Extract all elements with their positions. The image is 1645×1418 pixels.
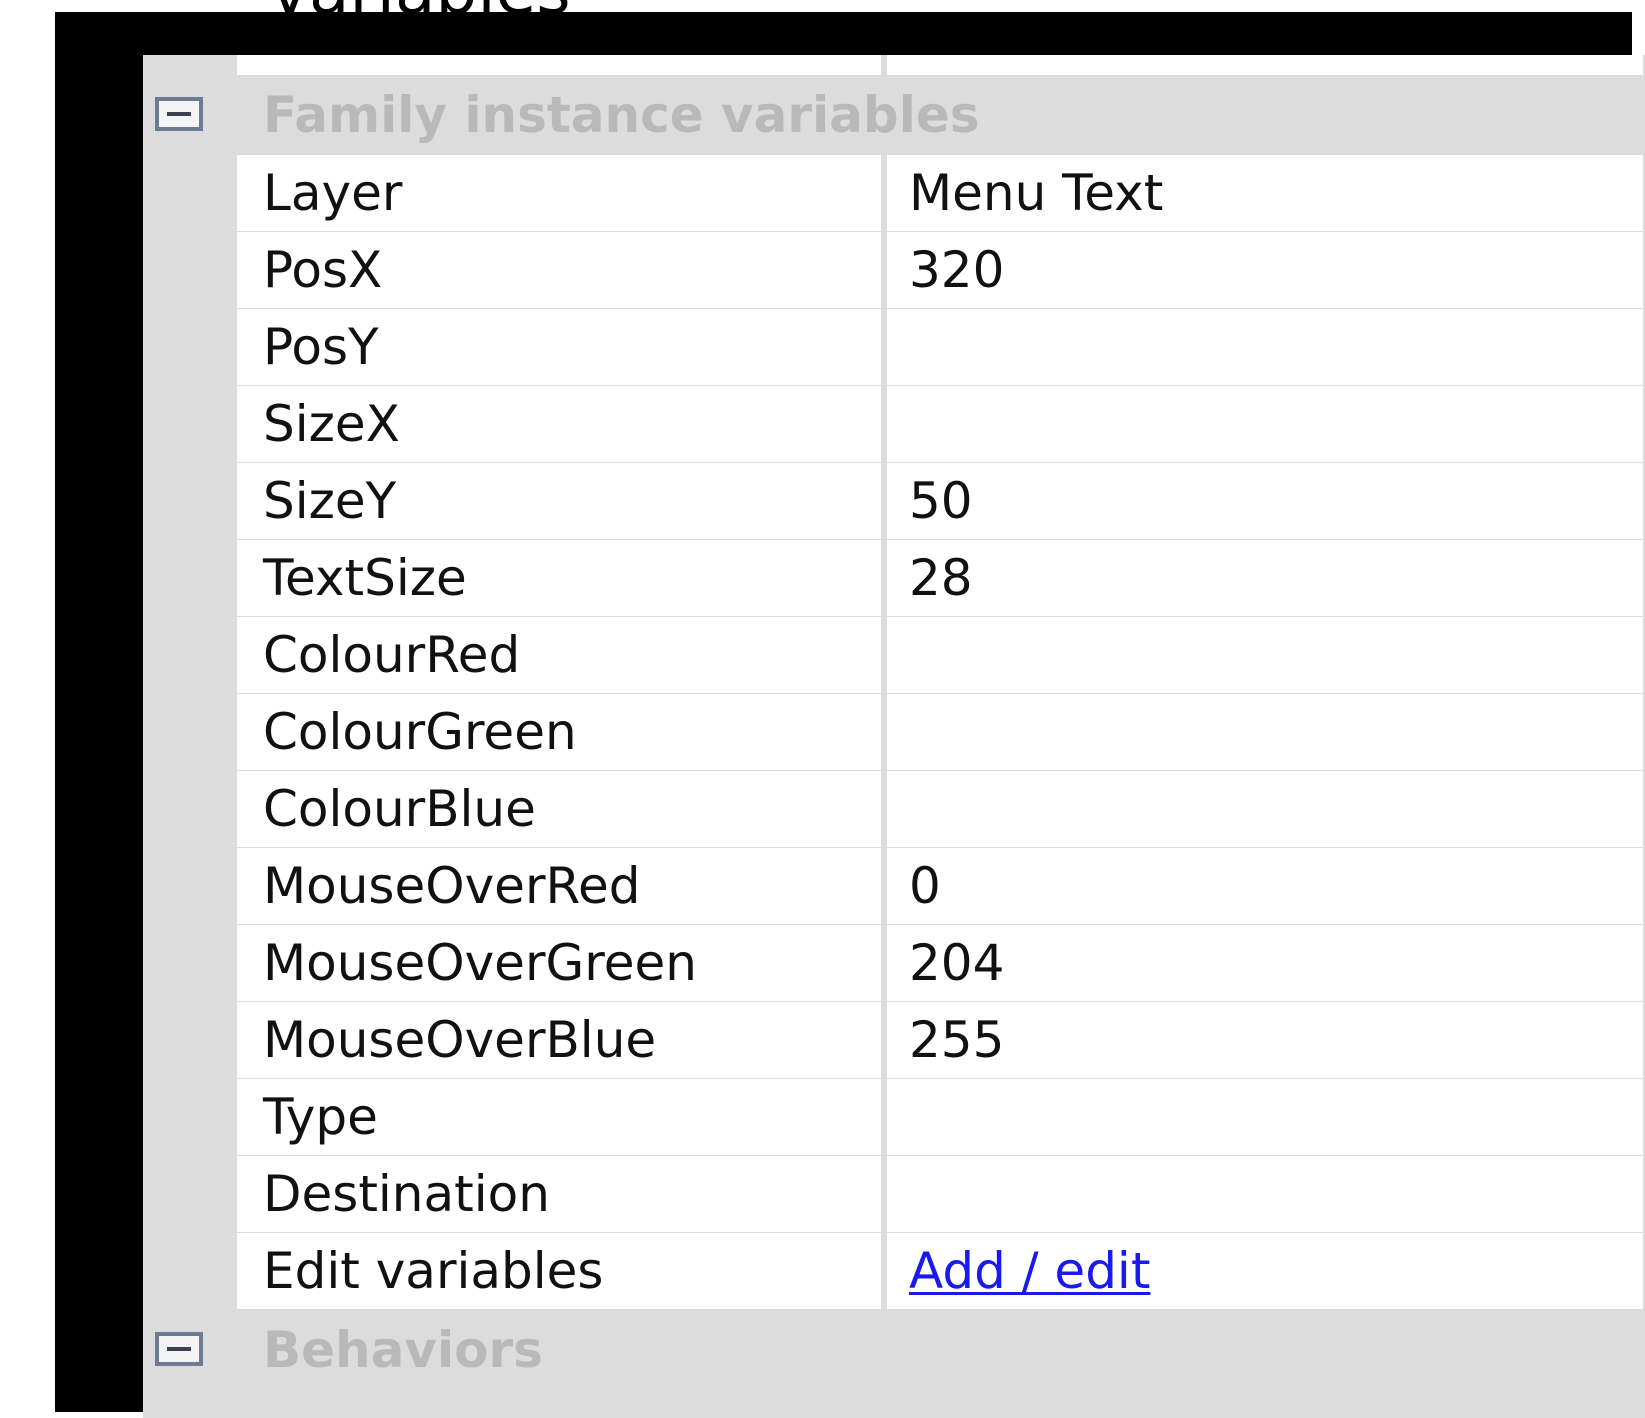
previous-row-value-cell [887, 55, 1643, 75]
property-name: SizeX [263, 395, 400, 453]
property-name-cell: Edit variables [237, 1233, 881, 1309]
property-value-cell[interactable]: 320 [887, 232, 1643, 308]
property-name-cell: SizeX [237, 386, 881, 462]
property-name-cell: MouseOverRed [237, 848, 881, 924]
property-value[interactable]: 204 [909, 925, 1643, 1001]
property-row-destination[interactable]: Destination [143, 1156, 1645, 1237]
property-name-cell: MouseOverBlue [237, 1002, 881, 1078]
behaviors-category[interactable]: Behaviors [143, 1310, 1645, 1390]
property-row-layer[interactable]: Layer Menu Text [143, 155, 1645, 236]
property-value[interactable]: 255 [909, 1002, 1643, 1078]
property-name: ColourBlue [263, 780, 536, 838]
property-name: SizeY [263, 472, 397, 530]
minus-collapse-icon[interactable] [155, 97, 203, 131]
property-name-cell: ColourGreen [237, 694, 881, 770]
property-name-cell: Type [237, 1079, 881, 1155]
property-value[interactable]: 50 [909, 463, 1643, 539]
property-name-cell: TextSize [237, 540, 881, 616]
property-name: ColourGreen [263, 703, 577, 761]
property-value[interactable]: 0 [909, 848, 1643, 924]
property-value-cell[interactable] [887, 1079, 1643, 1155]
property-name: Type [263, 1088, 378, 1146]
property-value-cell[interactable]: 50 [887, 463, 1643, 539]
property-name-cell: PosX [237, 232, 881, 308]
property-row-posy[interactable]: PosY [143, 309, 1645, 390]
minus-collapse-icon[interactable] [155, 1332, 203, 1366]
category-title: Family instance variables [263, 86, 980, 144]
property-name-cell: Layer [237, 155, 881, 231]
property-row-sizex[interactable]: SizeX [143, 386, 1645, 467]
property-value[interactable]: 28 [909, 540, 1643, 616]
property-row-mouseoverblue[interactable]: MouseOverBlue 255 [143, 1002, 1645, 1083]
property-value[interactable]: Menu Text [909, 155, 1643, 231]
property-name: PosX [263, 241, 383, 299]
property-name-cell: Destination [237, 1156, 881, 1232]
properties-panel-frame: Family instance variables Layer Menu Tex… [55, 12, 1645, 1418]
add-edit-link[interactable]: Add / edit [909, 1233, 1643, 1309]
property-value-cell[interactable]: 204 [887, 925, 1643, 1001]
property-value-cell[interactable]: 255 [887, 1002, 1643, 1078]
property-value-cell[interactable]: 0 [887, 848, 1643, 924]
property-name: TextSize [263, 549, 467, 607]
property-row-edit-variables[interactable]: Edit variables Add / edit [143, 1233, 1645, 1314]
property-name: Destination [263, 1165, 550, 1223]
property-name-cell: SizeY [237, 463, 881, 539]
property-value-cell[interactable]: Menu Text [887, 155, 1643, 231]
property-row-type[interactable]: Type [143, 1079, 1645, 1160]
property-value-cell[interactable] [887, 309, 1643, 385]
property-row-mouseoverred[interactable]: MouseOverRed 0 [143, 848, 1645, 929]
family-instance-variables-category[interactable]: Family instance variables [143, 75, 1645, 155]
property-row-colourgreen[interactable]: ColourGreen [143, 694, 1645, 775]
property-name-cell: PosY [237, 309, 881, 385]
property-name-cell: ColourRed [237, 617, 881, 693]
property-row-colourblue[interactable]: ColourBlue [143, 771, 1645, 852]
property-name: MouseOverRed [263, 857, 641, 915]
property-value-cell[interactable] [887, 771, 1643, 847]
property-value[interactable]: 320 [909, 232, 1643, 308]
property-name: MouseOverGreen [263, 934, 697, 992]
property-row-mouseovergreen[interactable]: MouseOverGreen 204 [143, 925, 1645, 1006]
property-value-cell[interactable]: Add / edit [887, 1233, 1643, 1309]
property-row-posx[interactable]: PosX 320 [143, 232, 1645, 313]
property-row-sizey[interactable]: SizeY 50 [143, 463, 1645, 544]
property-row-colourred[interactable]: ColourRed [143, 617, 1645, 698]
property-name-cell: ColourBlue [237, 771, 881, 847]
properties-grid: Family instance variables Layer Menu Tex… [143, 55, 1645, 1418]
property-name: PosY [263, 318, 379, 376]
property-row-textsize[interactable]: TextSize 28 [143, 540, 1645, 621]
category-title: Behaviors [263, 1321, 543, 1379]
property-name: MouseOverBlue [263, 1011, 657, 1069]
property-name: ColourRed [263, 626, 521, 684]
property-name: Edit variables [263, 1242, 604, 1300]
property-value-cell[interactable] [887, 1156, 1643, 1232]
property-value-cell[interactable]: 28 [887, 540, 1643, 616]
property-name-cell: MouseOverGreen [237, 925, 881, 1001]
property-value-cell[interactable] [887, 694, 1643, 770]
property-value-cell[interactable] [887, 617, 1643, 693]
property-value-cell[interactable] [887, 386, 1643, 462]
previous-row-name-cell [237, 55, 881, 75]
property-name: Layer [263, 164, 403, 222]
